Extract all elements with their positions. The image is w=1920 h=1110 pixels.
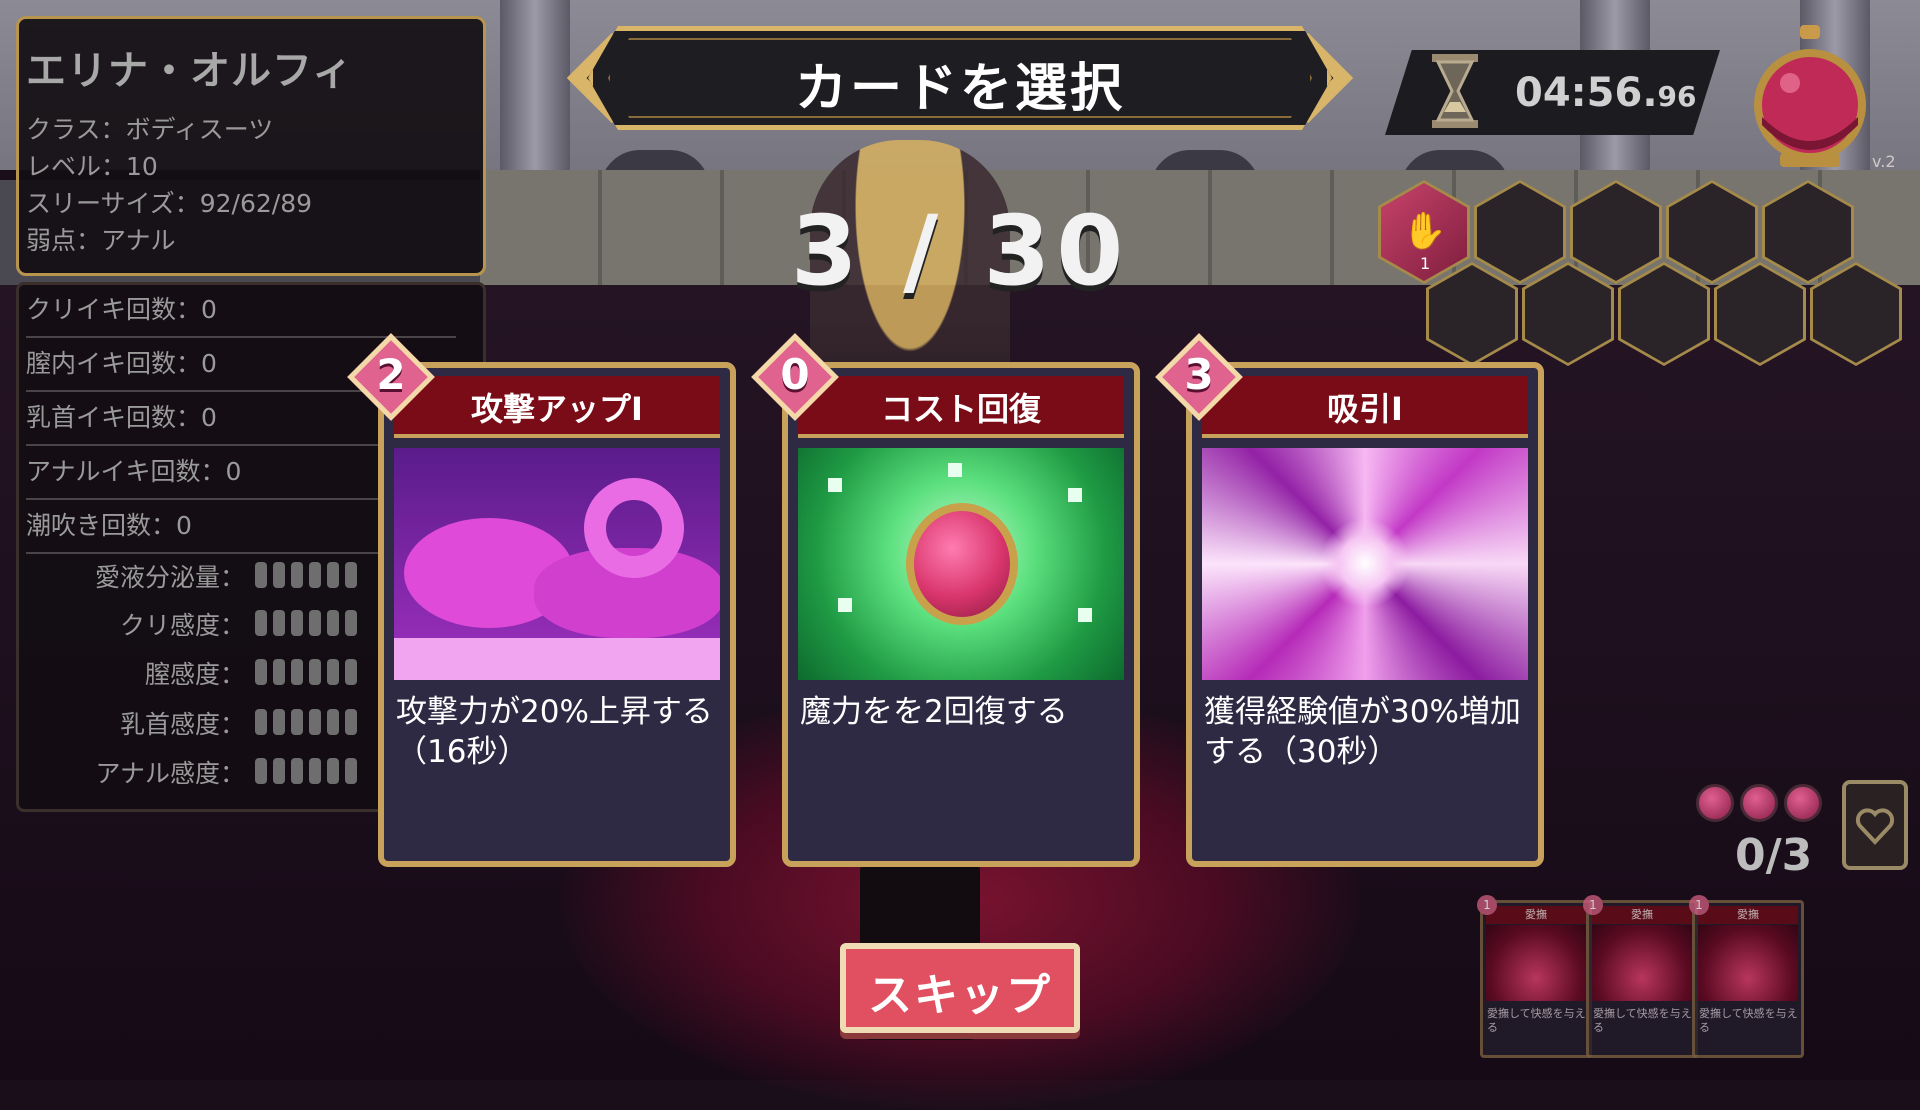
hand-icon: ✋ [1402, 211, 1447, 252]
gauge-label: 乳首感度： [119, 710, 245, 739]
mini-card[interactable]: 愛撫 愛撫して快感を与える 1 [1477, 895, 1592, 1058]
gauge-label: 愛液分泌量： [94, 563, 245, 592]
gauge-label: 膣感度： [144, 660, 245, 689]
character-class: クラス：ボディスーツ [26, 115, 274, 144]
card-title: 吸引I [1327, 390, 1403, 428]
tentacle-art [394, 448, 720, 680]
version-label: v.2 [1872, 152, 1896, 171]
mini-card-cost: 1 [1477, 895, 1497, 915]
deck-count: 0/3 [1735, 830, 1813, 881]
mana-pip [1784, 784, 1822, 822]
title-banner: カードを選択 [560, 18, 1360, 138]
mini-card-title: 愛撫 [1698, 906, 1798, 924]
card-description: 獲得経験値が30%増加する（30秒） [1204, 694, 1521, 770]
vortex-art [1202, 448, 1528, 680]
mini-card-description: 愛撫して快感を与える [1593, 1007, 1692, 1034]
heal-gem-art [798, 448, 1124, 680]
mini-card-cost: 1 [1689, 895, 1709, 915]
card-title: コスト回復 [880, 390, 1041, 428]
mini-card-title: 愛撫 [1486, 906, 1586, 924]
mini-card[interactable]: 愛撫 愛撫して快感を与える 1 [1689, 895, 1804, 1058]
mini-card-description: 愛撫して快感を与える [1699, 1007, 1798, 1034]
character-level: レベル：10 [26, 152, 158, 181]
pleasure-orb-icon [1754, 25, 1866, 167]
card-cost-recovery[interactable]: コスト回復 魔力をを2回復する 0 [751, 333, 1140, 867]
gauge-label: クリ感度： [119, 611, 245, 640]
selection-progress: 3 / 30 [790, 195, 1130, 307]
character-name: エリナ・オルフィ [26, 48, 354, 94]
gauge-label: アナル感度： [95, 759, 245, 788]
timer-readout: 04:56.96 [1515, 70, 1697, 116]
card-cost: 3 [1184, 350, 1214, 399]
card-title: 攻撃アップI [471, 390, 643, 428]
card-description: 魔力をを2回復する [800, 694, 1068, 730]
mini-card-description: 愛撫して快感を与える [1487, 1007, 1586, 1034]
card-attack-up[interactable]: 攻撃アップI 攻撃力が20%上昇する（16秒） 2 [347, 333, 736, 867]
banner-title: カードを選択 [794, 59, 1125, 119]
mana-pip [1696, 784, 1734, 822]
mini-card-cost: 1 [1583, 895, 1603, 915]
card-cost: 0 [780, 350, 810, 399]
card-suction[interactable]: 吸引I 獲得経験値が30%増加する（30秒） 3 [1155, 333, 1544, 867]
card-description: 攻撃力が20%上昇する（16秒） [396, 694, 713, 770]
mini-card-title: 愛撫 [1592, 906, 1692, 924]
heart-crest-icon [1855, 808, 1895, 845]
skip-label: スキップ [868, 970, 1052, 1021]
mini-card-art [1486, 925, 1586, 1001]
buff-slot-count: 1 [1420, 254, 1431, 273]
skip-button[interactable]: スキップ [840, 943, 1080, 1033]
deck-icon[interactable] [1842, 780, 1908, 870]
mana-pip [1740, 784, 1778, 822]
timer-milliseconds: 96 [1657, 80, 1697, 113]
card-cost: 2 [376, 350, 406, 399]
mini-card-art [1698, 925, 1798, 1001]
hourglass-icon [1432, 54, 1478, 128]
mini-card[interactable]: 愛撫 愛撫して快感を与える 1 [1583, 895, 1698, 1058]
mini-card-art [1592, 925, 1692, 1001]
timer-main: 04:56. [1515, 70, 1658, 116]
